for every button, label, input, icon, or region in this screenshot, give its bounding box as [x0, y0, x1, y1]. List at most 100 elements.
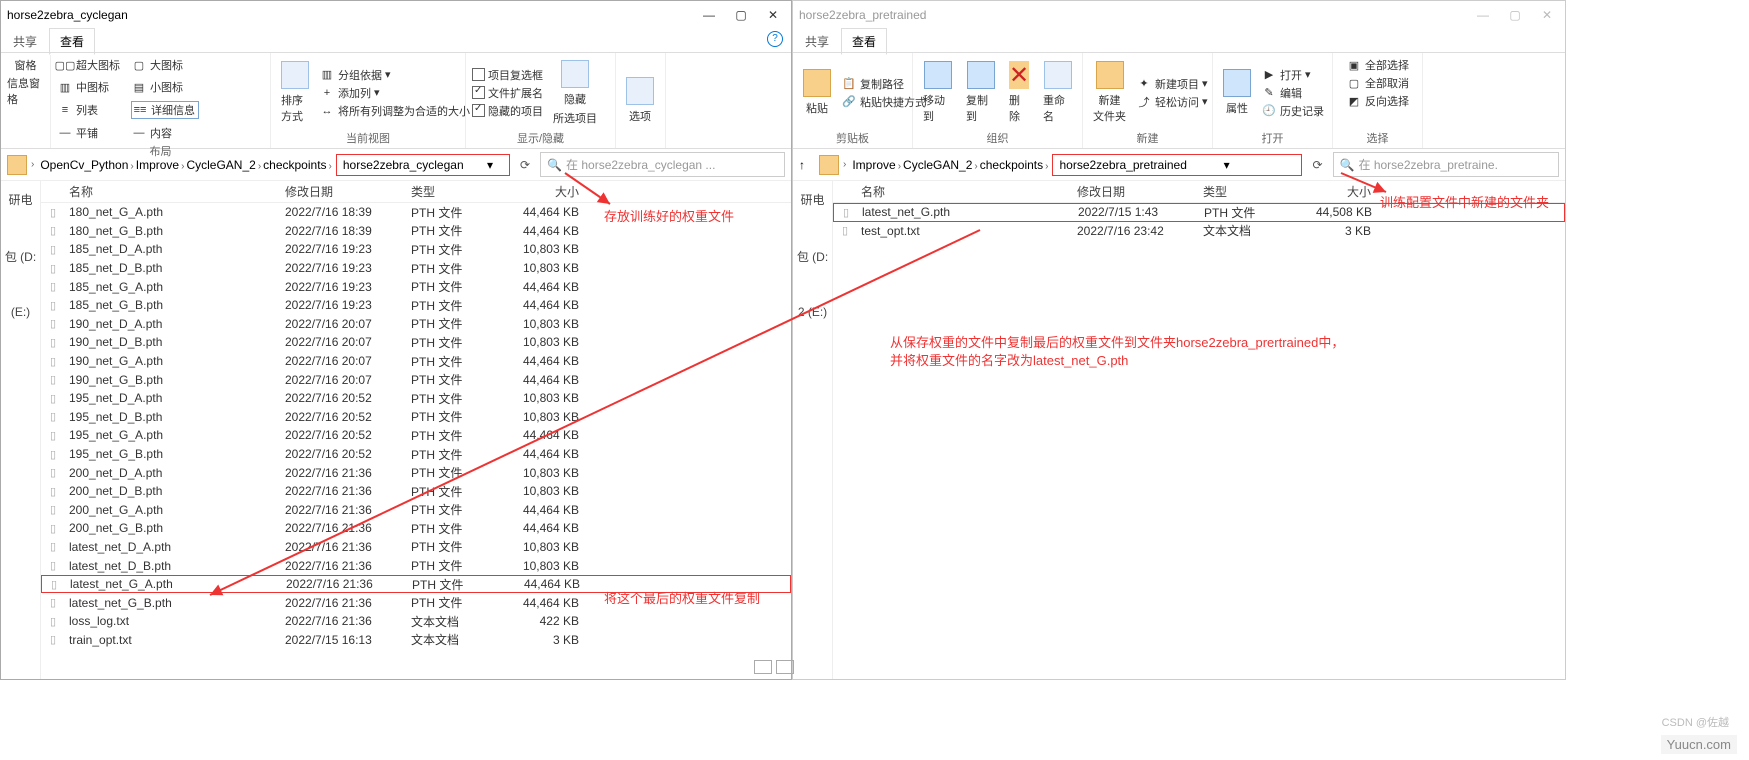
tab-view[interactable]: 查看: [49, 28, 95, 55]
file-row[interactable]: ▯ loss_log.txt 2022/7/16 21:36 文本文档 422 …: [41, 612, 791, 631]
breadcrumb-item[interactable]: Improve: [850, 158, 897, 172]
up-button[interactable]: ↑: [799, 158, 805, 172]
layout-option[interactable]: ▤小图标: [131, 79, 199, 95]
col-name[interactable]: 名称: [65, 183, 285, 200]
rename-button[interactable]: 重命名: [1039, 59, 1076, 126]
file-icon: ▯: [834, 206, 858, 219]
col-date[interactable]: 修改日期: [285, 183, 411, 200]
tab-share[interactable]: 共享: [795, 29, 839, 54]
delete-button[interactable]: ✕删除: [1005, 59, 1033, 126]
window-controls: — ▢ ✕: [703, 8, 779, 22]
refresh-button[interactable]: ⟳: [1306, 158, 1328, 172]
file-date: 2022/7/16 18:39: [285, 205, 411, 219]
layout-icon: ▢: [131, 57, 147, 73]
cb-ext[interactable]: 文件扩展名: [472, 85, 543, 101]
layout-option[interactable]: ▢大图标: [131, 57, 199, 73]
file-icon: ▯: [41, 615, 65, 628]
file-icon: ▯: [41, 429, 65, 442]
col-type[interactable]: 类型: [1203, 183, 1311, 200]
open-item[interactable]: ▶打开 ▾: [1261, 67, 1324, 83]
file-icon: ▯: [41, 224, 65, 237]
new-folder[interactable]: 新建 文件夹: [1089, 59, 1130, 126]
file-row[interactable]: ▯ train_opt.txt 2022/7/15 16:13 文本文档 3 K…: [41, 631, 791, 650]
breadcrumb-item[interactable]: checkpoints: [261, 158, 328, 172]
options-button[interactable]: 选项: [622, 75, 658, 126]
tab-view[interactable]: 查看: [841, 28, 887, 55]
paste-button[interactable]: 粘贴: [799, 67, 835, 118]
maximize-button[interactable]: ▢: [735, 8, 747, 22]
breadcrumb-item[interactable]: CycleGAN_2: [901, 158, 974, 172]
layout-icon: —: [57, 125, 73, 141]
layout-option[interactable]: —内容: [131, 125, 199, 141]
col-date[interactable]: 修改日期: [1077, 183, 1203, 200]
minimize-button[interactable]: —: [703, 8, 715, 22]
close-button[interactable]: ✕: [1541, 8, 1553, 22]
side-item[interactable]: 研电: [793, 191, 832, 208]
breadcrumb-item[interactable]: Improve: [134, 158, 181, 172]
refresh-button[interactable]: ⟳: [514, 158, 536, 172]
copy-to[interactable]: 复制到: [962, 59, 999, 126]
title-bar: horse2zebra_cyclegan — ▢ ✕: [1, 1, 791, 29]
layout-option[interactable]: ≡列表: [57, 102, 125, 118]
side-item[interactable]: (E:): [1, 305, 40, 319]
group-label-view: 当前视图: [277, 128, 459, 146]
edit-item[interactable]: ✎编辑: [1261, 85, 1324, 101]
pane-item[interactable]: 窗格: [15, 57, 37, 73]
nav-pane: 研电 包 (D: (E:): [1, 181, 41, 679]
breadcrumb-item[interactable]: CycleGAN_2: [184, 158, 257, 172]
details-view-icon[interactable]: [754, 660, 772, 674]
info-pane-item[interactable]: 信息窗格: [7, 75, 44, 107]
bc-sep[interactable]: ›: [329, 161, 332, 172]
close-button[interactable]: ✕: [767, 8, 779, 22]
select-none[interactable]: ▢全部取消: [1346, 75, 1409, 91]
file-name: train_opt.txt: [65, 633, 285, 647]
layout-option[interactable]: ≡≡详细信息: [131, 101, 199, 119]
layout-icon: —: [131, 125, 147, 141]
address-input[interactable]: horse2zebra_pretrained ▾: [1052, 154, 1302, 176]
bc-sep[interactable]: ›: [31, 159, 34, 170]
file-type: PTH 文件: [411, 204, 519, 221]
cb-checkbox[interactable]: 项目复选框: [472, 67, 543, 83]
select-all[interactable]: ▣全部选择: [1346, 57, 1409, 73]
file-icon: ▯: [41, 373, 65, 386]
layout-option[interactable]: ▢▢超大图标: [57, 57, 125, 73]
add-column[interactable]: +添加列 ▾: [319, 85, 470, 101]
breadcrumb-item[interactable]: checkpoints: [978, 158, 1045, 172]
file-icon: ▯: [41, 633, 65, 646]
column-headers: 名称 修改日期 类型 大小: [41, 181, 791, 203]
breadcrumb-item[interactable]: OpenCv_Python: [38, 158, 130, 172]
layout-option[interactable]: ▥中图标: [57, 79, 125, 95]
select-invert[interactable]: ◩反向选择: [1346, 93, 1409, 109]
layout-option[interactable]: —平铺: [57, 125, 125, 141]
maximize-button[interactable]: ▢: [1509, 8, 1521, 22]
file-date: 2022/7/16 23:42: [1077, 224, 1203, 238]
minimize-button[interactable]: —: [1477, 8, 1489, 22]
address-input[interactable]: horse2zebra_cyclegan ▾: [336, 154, 510, 176]
group-by[interactable]: ▥分组依据 ▾: [319, 67, 470, 83]
layout-icon: ▥: [57, 79, 73, 95]
file-icon: ▯: [41, 522, 65, 535]
cb-hidden[interactable]: 隐藏的项目: [472, 103, 543, 119]
thumb-view-icon[interactable]: [776, 660, 794, 674]
hide-selected[interactable]: 隐藏所选项目: [549, 58, 601, 128]
group-label-org: 组织: [919, 128, 1076, 146]
fit-columns[interactable]: ↔将所有列调整为合适的大小: [319, 103, 470, 119]
help-icon[interactable]: ?: [767, 31, 783, 47]
col-type[interactable]: 类型: [411, 183, 519, 200]
new-item[interactable]: ✦新建项目 ▾: [1136, 76, 1208, 92]
file-icon: ▯: [41, 280, 65, 293]
bc-sep[interactable]: ›: [1045, 161, 1048, 172]
file-icon: ▯: [41, 317, 65, 330]
tab-share[interactable]: 共享: [3, 29, 47, 54]
col-name[interactable]: 名称: [857, 183, 1077, 200]
sort-button[interactable]: 排序方式: [277, 59, 313, 126]
side-item[interactable]: 包 (D:: [1, 248, 40, 265]
properties-button[interactable]: 属性: [1219, 67, 1255, 118]
file-type: PTH 文件: [1204, 204, 1312, 221]
history-item[interactable]: 🕘历史记录: [1261, 103, 1324, 119]
file-icon: ▯: [41, 262, 65, 275]
breadcrumb-bar: › OpenCv_Python›Improve›CycleGAN_2›check…: [1, 149, 791, 181]
move-to[interactable]: 移动到: [919, 59, 956, 126]
side-item[interactable]: 研电: [1, 191, 40, 208]
easy-access[interactable]: ⤴轻松访问 ▾: [1136, 94, 1208, 110]
